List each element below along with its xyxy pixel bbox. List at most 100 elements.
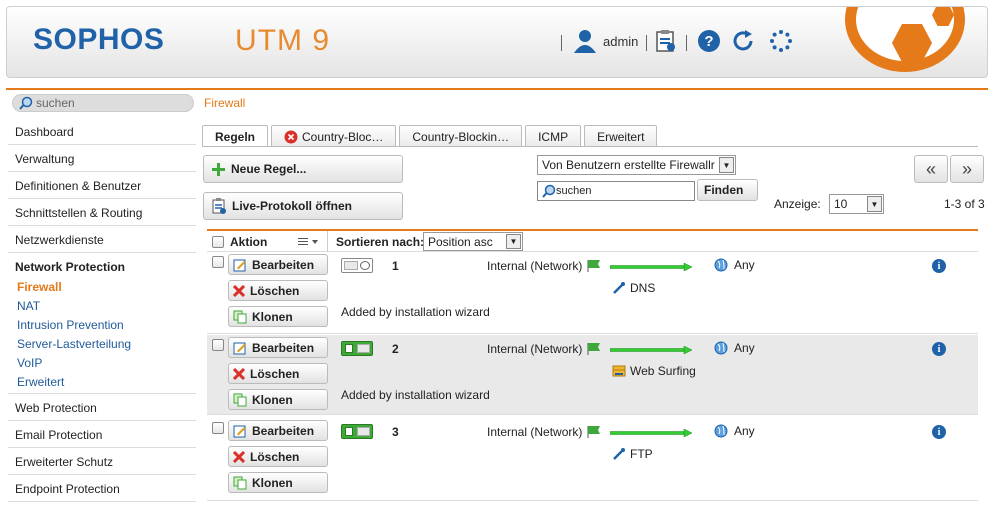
sidebar-item-endpoint-protection[interactable]: Endpoint Protection (8, 475, 196, 502)
rule-toggle[interactable] (341, 341, 373, 356)
plus-icon (212, 162, 225, 176)
nav-search-input[interactable]: suchen (12, 94, 194, 112)
tab-label: Country-Bloc… (302, 129, 384, 144)
sidebar-subitem-server-load-balancing[interactable]: Server-Lastverteilung (8, 334, 196, 353)
sidebar-section-network-protection[interactable]: Network Protection (8, 253, 196, 277)
delete-button[interactable]: Löschen (228, 363, 328, 384)
rule-source[interactable]: Internal (Network) (487, 259, 602, 273)
rule-service[interactable]: Web Surfing (612, 364, 696, 378)
tab-label: Erweitert (597, 129, 645, 144)
rule-destination[interactable]: Any (714, 341, 755, 355)
product-name: UTM 9 (235, 24, 330, 57)
tab-country-blocking-exceptions[interactable]: Country-Blockin… (399, 125, 523, 147)
service-icon (613, 282, 625, 294)
direction-arrow-icon (610, 346, 692, 354)
next-page-button[interactable]: » (950, 155, 984, 183)
edit-icon (233, 259, 246, 271)
delete-button[interactable]: Löschen (228, 446, 328, 467)
list-search-input[interactable]: suchen (537, 181, 695, 201)
prev-page-button[interactable]: « (914, 155, 948, 183)
delete-button[interactable]: Löschen (228, 280, 328, 301)
sidebar-subitem-firewall[interactable]: Firewall (8, 277, 196, 296)
sidebar-subitem-erweitert[interactable]: Erweitert (8, 372, 196, 394)
list-search-value: suchen (556, 185, 592, 197)
rule-destination[interactable]: Any (714, 424, 755, 438)
action-header: Aktion (230, 235, 268, 249)
error-icon (284, 130, 298, 143)
tab-bar: Regeln Country-Bloc… Country-Blockin… IC… (202, 125, 660, 147)
clone-button[interactable]: Klonen (228, 472, 328, 493)
sidebar-item-netzwerkdienste[interactable]: Netzwerkdienste (8, 226, 196, 253)
tab-divider (202, 146, 978, 147)
row-checkbox[interactable] (212, 256, 224, 268)
info-icon[interactable]: i (932, 425, 946, 439)
globe-icon (714, 258, 728, 272)
rule-source[interactable]: Internal (Network) (487, 425, 602, 439)
tab-label: Regeln (215, 129, 256, 144)
header-bar: SOPHOS UTM 9 admin ? (6, 6, 988, 78)
sidebar-item-email-protection[interactable]: Email Protection (8, 421, 196, 448)
sidebar-subitem-voip[interactable]: VoIP (8, 353, 196, 372)
separator (686, 35, 687, 51)
edit-icon (233, 342, 246, 354)
sidebar-item-erweiterter-schutz[interactable]: Erweiterter Schutz (8, 448, 196, 475)
live-log-button[interactable]: Live-Protokoll öffnen (203, 192, 403, 220)
row-checkbox[interactable] (212, 422, 224, 434)
sidebar-item-definitionen[interactable]: Definitionen & Benutzer (8, 172, 196, 199)
clone-button[interactable]: Klonen (228, 306, 328, 327)
search-icon (19, 96, 33, 110)
rule-number: 2 (392, 342, 399, 356)
direction-arrow-icon (610, 429, 692, 437)
tab-icmp[interactable]: ICMP (525, 125, 582, 147)
list-footer (207, 500, 978, 508)
info-icon[interactable]: i (932, 259, 946, 273)
rule-service-label: FTP (630, 447, 653, 461)
network-icon (587, 426, 601, 438)
rule-toggle[interactable] (341, 424, 373, 439)
find-button[interactable]: Finden (697, 179, 758, 201)
filter-select[interactable]: Von Benutzern erstellte Firewallr ▼ (537, 155, 736, 175)
rule-toggle[interactable] (341, 258, 373, 273)
help-icon[interactable]: ? (697, 29, 721, 53)
tab-country-blocking[interactable]: Country-Bloc… (271, 125, 397, 147)
edit-button[interactable]: Bearbeiten (228, 254, 328, 275)
sidebar-item-dashboard[interactable]: Dashboard (8, 118, 196, 145)
sidebar-item-web-protection[interactable]: Web Protection (8, 394, 196, 421)
row-checkbox[interactable] (212, 339, 224, 351)
direction-arrow-icon (610, 263, 692, 271)
tab-regeln[interactable]: Regeln (202, 125, 269, 147)
sidebar-item-schnittstellen[interactable]: Schnittstellen & Routing (8, 199, 196, 226)
new-rule-button[interactable]: Neue Regel... (203, 155, 403, 183)
clone-label: Klonen (252, 309, 293, 324)
sidebar-item-verwaltung[interactable]: Verwaltung (8, 145, 196, 172)
clipboard-icon[interactable] (655, 29, 677, 53)
edit-label: Bearbeiten (252, 423, 315, 438)
sort-select[interactable]: Position asc ▼ (423, 232, 523, 251)
select-all-checkbox[interactable] (212, 236, 224, 248)
column-menu-icon[interactable] (298, 237, 322, 247)
rule-source[interactable]: Internal (Network) (487, 342, 602, 356)
reload-icon[interactable] (731, 29, 755, 53)
clone-icon (233, 393, 247, 406)
user-menu[interactable]: admin (573, 29, 638, 53)
separator (646, 35, 647, 51)
tab-erweitert[interactable]: Erweitert (584, 125, 658, 147)
delete-icon (233, 284, 245, 297)
chevron-down-icon: ▼ (506, 234, 521, 249)
rule-service[interactable]: FTP (612, 447, 653, 461)
delete-label: Löschen (250, 449, 300, 464)
rule-destination[interactable]: Any (714, 258, 755, 272)
rule-service[interactable]: DNS (612, 281, 655, 295)
tab-label: Country-Blockin… (412, 129, 510, 144)
sidebar-subitem-nat[interactable]: NAT (8, 296, 196, 315)
rule-service-label: DNS (630, 281, 656, 295)
rule-source-label: Internal (Network) (487, 259, 583, 273)
display-count-select[interactable]: 10 ▼ (829, 194, 884, 214)
clone-button[interactable]: Klonen (228, 389, 328, 410)
edit-button[interactable]: Bearbeiten (228, 420, 328, 441)
edit-button[interactable]: Bearbeiten (228, 337, 328, 358)
sidebar-subitem-intrusion-prevention[interactable]: Intrusion Prevention (8, 315, 196, 334)
new-rule-label: Neue Regel... (231, 162, 307, 176)
info-icon[interactable]: i (932, 342, 946, 356)
list-header: Aktion Sortieren nach: Position asc ▼ (207, 229, 978, 252)
